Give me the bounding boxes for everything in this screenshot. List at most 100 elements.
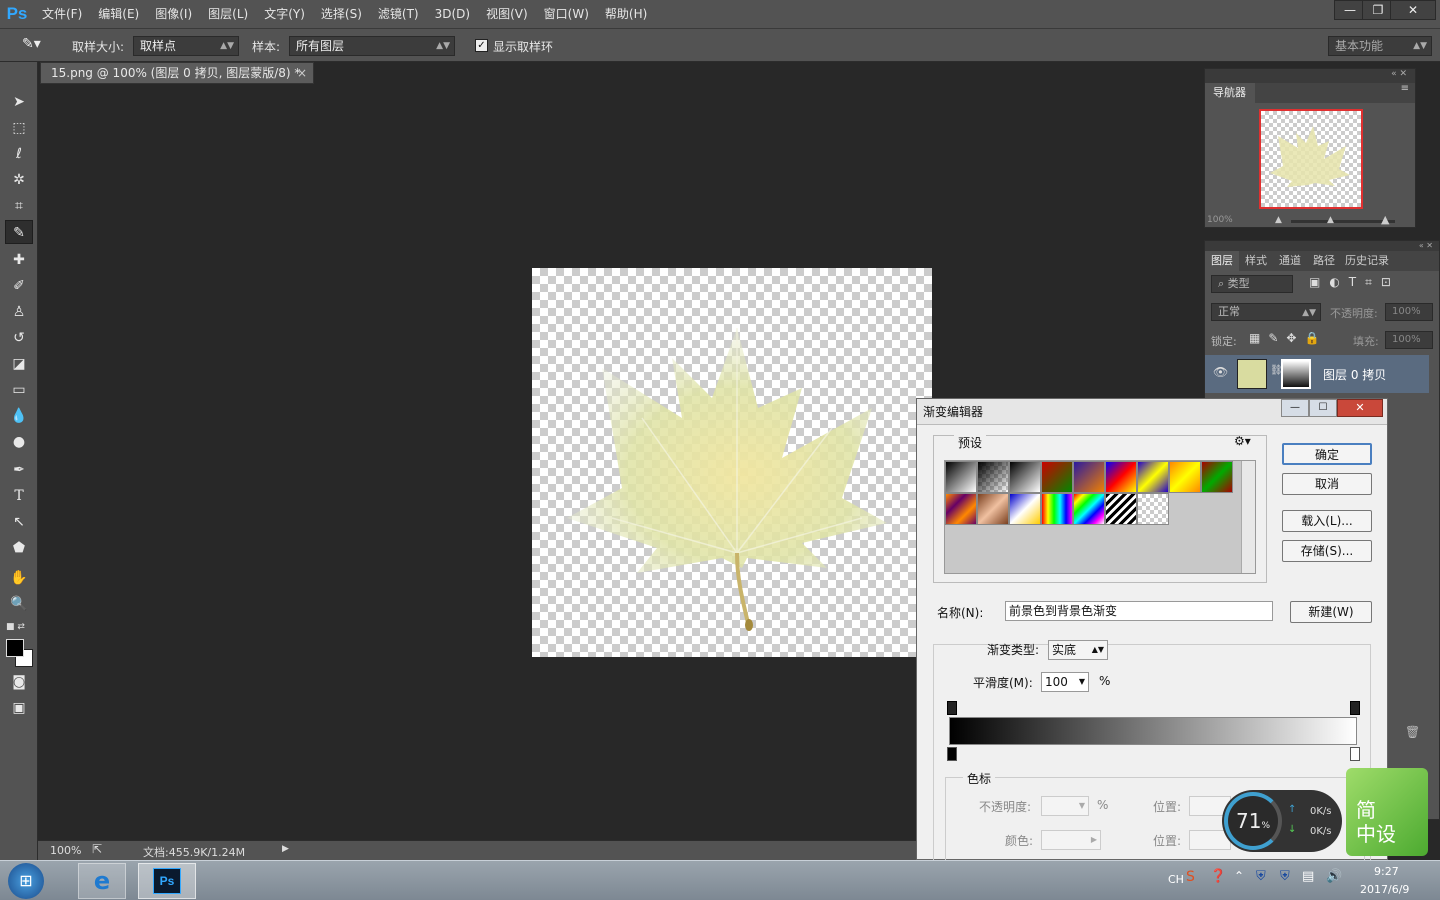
menu-type[interactable]: 文字(Y) — [256, 0, 313, 28]
share-icon[interactable]: ⇱ — [92, 842, 102, 856]
chevron-down-icon[interactable]: ▼ — [1079, 673, 1085, 691]
magic-wand-tool-icon[interactable]: ✲ — [5, 168, 33, 192]
dodge-tool-icon[interactable]: ● — [5, 430, 33, 454]
hand-tool-icon[interactable]: ✋ — [5, 566, 33, 590]
ok-button[interactable]: 确定 — [1282, 443, 1372, 465]
brush-tool-icon[interactable]: ✐ — [5, 274, 33, 298]
menu-view[interactable]: 视图(V) — [478, 0, 536, 28]
close-tab-icon[interactable]: × — [297, 63, 307, 83]
menu-select[interactable]: 选择(S) — [313, 0, 370, 28]
document-tab[interactable]: 15.png @ 100% (图层 0 拷贝, 图层蒙版/8) * × — [40, 62, 314, 84]
shield-icon[interactable]: ⛨ — [1256, 869, 1266, 884]
tab-navigator[interactable]: 导航器 — [1205, 83, 1253, 103]
preset-swatch[interactable] — [1009, 493, 1041, 525]
marquee-tool-icon[interactable]: ⬚ — [5, 116, 33, 140]
tab-paths[interactable]: 路径 — [1307, 251, 1341, 271]
tab-channels[interactable]: 通道 — [1273, 251, 1307, 271]
close-window-button[interactable]: ✕ — [1390, 0, 1436, 20]
dialog-close-icon[interactable]: ✕ — [1337, 399, 1383, 417]
sample-size-select[interactable]: 取样点 ▲▼ — [133, 36, 239, 56]
input-language[interactable]: CH — [1168, 873, 1184, 886]
preset-swatch[interactable] — [945, 461, 977, 493]
zoom-slider-thumb-icon[interactable]: ▲ — [1327, 215, 1334, 225]
ie-taskbar-icon[interactable]: e — [78, 863, 126, 899]
menu-window[interactable]: 窗口(W) — [536, 0, 597, 28]
fill-field[interactable]: 100% — [1385, 331, 1433, 349]
preset-swatch[interactable] — [1041, 493, 1073, 525]
panel-menu-icon[interactable]: ≡ — [1255, 83, 1415, 103]
menu-3d[interactable]: 3D(D) — [427, 0, 478, 28]
menu-file[interactable]: 文件(F) — [34, 0, 90, 28]
shape-tool-icon[interactable]: ⬟ — [5, 536, 33, 560]
preset-swatch[interactable] — [1201, 461, 1233, 493]
shield-icon[interactable]: ⛨ — [1280, 869, 1290, 884]
type-tool-icon[interactable]: T — [5, 484, 33, 508]
name-input[interactable]: 前景色到背景色渐变 — [1005, 601, 1273, 621]
layer-filter-select[interactable]: ⌕ 类型 — [1211, 275, 1293, 293]
status-menu-arrow-icon[interactable]: ▶ — [282, 844, 289, 854]
clone-stamp-tool-icon[interactable]: ♙ — [5, 300, 33, 324]
presets-scrollbar[interactable] — [1241, 461, 1255, 573]
layer-row[interactable]: 👁 ⛓ 图层 0 拷贝 — [1205, 355, 1429, 393]
swap-colors-icon[interactable]: ■ ⇄ — [6, 622, 30, 634]
foreground-color-swatch[interactable] — [6, 639, 24, 657]
tab-styles[interactable]: 样式 — [1239, 251, 1273, 271]
preset-swatch[interactable] — [1009, 461, 1041, 493]
help-icon[interactable]: ❓ — [1210, 869, 1226, 884]
tab-history[interactable]: 历史记录 — [1341, 251, 1393, 271]
zoom-tool-icon[interactable]: 🔍 — [5, 592, 33, 616]
eye-icon[interactable]: 👁 — [1213, 365, 1228, 379]
layer-filter-icons[interactable]: ▣◐T⌗⊡ — [1309, 275, 1433, 293]
workspace-select[interactable]: 基本功能 ▲▼ — [1328, 36, 1432, 56]
navigator-thumbnail[interactable] — [1259, 109, 1363, 209]
preset-swatch[interactable] — [1073, 461, 1105, 493]
menu-image[interactable]: 图像(I) — [147, 0, 200, 28]
type-select[interactable]: 实底 ▲▼ — [1048, 640, 1108, 660]
clock-date[interactable]: 2017/6/9 — [1360, 883, 1409, 896]
preset-swatch[interactable] — [977, 493, 1009, 525]
opacity-stop-right[interactable] — [1350, 701, 1360, 715]
zoom-level[interactable]: 100% — [50, 844, 81, 857]
photoshop-taskbar-button[interactable]: Ps — [138, 863, 196, 899]
trash-icon[interactable]: 🗑 — [1405, 725, 1420, 739]
color-stop-right[interactable] — [1350, 747, 1360, 761]
save-button[interactable]: 存储(S)... — [1282, 540, 1372, 562]
preset-swatch[interactable] — [1073, 493, 1105, 525]
gear-icon[interactable]: ⚙▾ — [1234, 434, 1251, 448]
preset-swatch[interactable] — [945, 493, 977, 525]
panel-collapse-icon[interactable]: « ✕ — [1205, 69, 1415, 83]
show-ring-checkbox[interactable]: ✓ — [475, 39, 488, 52]
preset-swatch[interactable] — [1169, 461, 1201, 493]
preset-swatch[interactable] — [977, 461, 1009, 493]
opacity-stop-left[interactable] — [947, 701, 957, 715]
panel-collapse-icon[interactable]: « ✕ — [1205, 241, 1439, 251]
menu-layer[interactable]: 图层(L) — [200, 0, 256, 28]
quick-mask-icon[interactable]: ◙ — [5, 670, 33, 694]
history-brush-tool-icon[interactable]: ↺ — [5, 326, 33, 350]
blur-tool-icon[interactable]: 💧 — [5, 404, 33, 428]
zoom-in-icon[interactable]: ▲ — [1381, 213, 1389, 226]
preset-swatch[interactable] — [1137, 493, 1169, 525]
zoom-out-icon[interactable]: ▲ — [1275, 215, 1282, 225]
preset-swatch[interactable] — [1137, 461, 1169, 493]
layer-mask-thumbnail[interactable] — [1281, 359, 1311, 389]
gradient-bar[interactable] — [949, 717, 1357, 745]
smoothness-input[interactable]: 100 ▼ — [1041, 672, 1089, 692]
screen-mode-icon[interactable]: ▣ — [5, 696, 33, 720]
clock-time[interactable]: 9:27 — [1374, 865, 1399, 878]
eyedropper-tool-preset-icon[interactable]: ✎▾ — [22, 36, 52, 56]
preset-swatch[interactable] — [1041, 461, 1073, 493]
dialog-maximize-icon[interactable]: ☐ — [1309, 399, 1337, 417]
lock-icons[interactable]: ▦✎✥🔒 — [1249, 331, 1329, 347]
start-button-icon[interactable]: ⊞ — [8, 863, 44, 899]
new-button[interactable]: 新建(W) — [1290, 601, 1372, 623]
network-icon[interactable]: ▤ — [1302, 869, 1314, 884]
lasso-tool-icon[interactable]: ℓ — [5, 142, 33, 166]
eyedropper-tool-icon[interactable]: ✎ — [5, 220, 33, 244]
sample-select[interactable]: 所有图层 ▲▼ — [289, 36, 455, 56]
blend-mode-select[interactable]: 正常 ▲▼ — [1211, 303, 1321, 321]
crop-tool-icon[interactable]: ⌗ — [5, 194, 33, 218]
pen-tool-icon[interactable]: ✒ — [5, 458, 33, 482]
volume-icon[interactable]: 🔊 — [1326, 869, 1342, 884]
tab-layers[interactable]: 图层 — [1205, 251, 1239, 271]
